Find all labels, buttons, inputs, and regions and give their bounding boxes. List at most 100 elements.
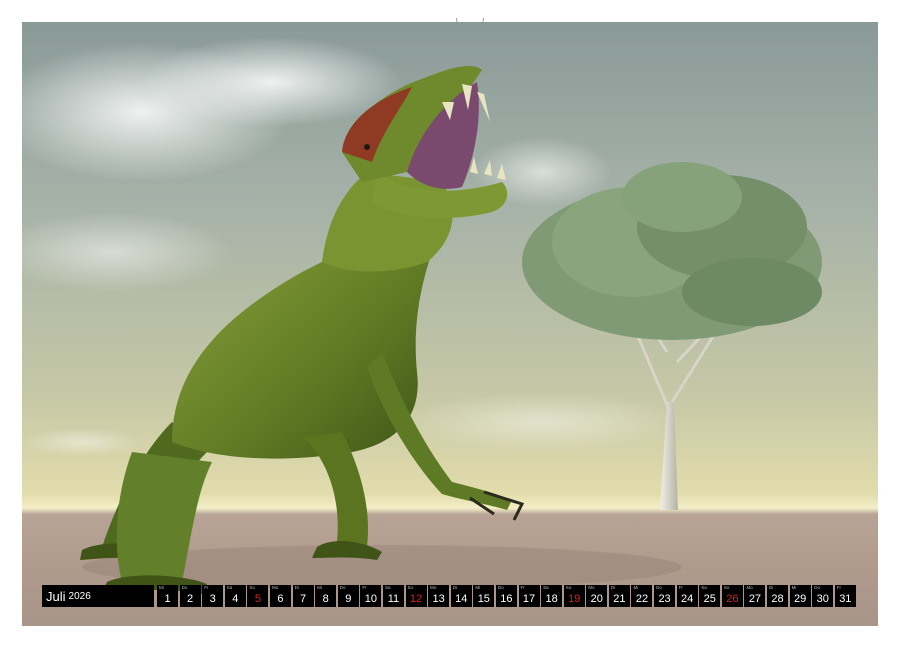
day-number: 16 [500, 593, 513, 605]
day-number: 22 [635, 593, 649, 605]
weekday-label: Fr [362, 585, 367, 590]
day-number: 26 [726, 593, 739, 605]
day-number: 1 [164, 593, 171, 605]
day-number: 9 [345, 593, 352, 605]
weekday-label: Mo [271, 585, 279, 590]
day-number: 5 [254, 593, 261, 605]
day-cell: Sa 11 [382, 585, 404, 607]
dinosaur-scene [22, 37, 822, 594]
weekday-label: So [407, 585, 414, 590]
weekday-label: So [249, 585, 255, 590]
day-cell: Mi 1 [157, 585, 178, 607]
weekday-label: Do [814, 585, 820, 590]
weekday-label: Mo [746, 585, 753, 590]
day-cell: Sa 25 [699, 585, 721, 607]
weekday-label: Do [497, 585, 504, 590]
weekday-label: So [565, 585, 572, 590]
weekday-label: Fr [520, 585, 525, 590]
weekday-label: Sa [701, 585, 707, 590]
day-number: 13 [432, 593, 445, 605]
day-cell: Do 2 [179, 585, 201, 607]
month-year: 2026 [68, 590, 91, 602]
day-number: 11 [387, 593, 400, 605]
day-cell: So 26 [721, 585, 743, 607]
weekday-label: Fr [678, 585, 683, 590]
day-number: 2 [187, 593, 194, 605]
weekday-label: Di [610, 585, 616, 590]
weekday-label: Mi [317, 585, 322, 590]
month-calendar-strip: Juli 2026 Mi 1 Do 2 Fr 3 Sa 4 So 5 Mo 6 Di 7 Mi 8 Do 9 Fr 1… [42, 585, 858, 607]
day-number: 6 [277, 593, 284, 605]
day-number: 30 [816, 593, 829, 605]
weekday-label: Fr [836, 585, 842, 590]
weekday-label: Do [339, 585, 346, 590]
day-number: 25 [703, 593, 716, 605]
day-number: 20 [590, 593, 603, 605]
day-cell: Mo 13 [428, 585, 450, 607]
day-number: 18 [545, 593, 558, 605]
day-number: 3 [209, 593, 216, 605]
day-cell: Do 16 [495, 585, 517, 607]
weekday-label: Di [452, 585, 457, 590]
day-cell: Di 7 [292, 585, 314, 607]
day-cell: Mi 29 [789, 585, 811, 607]
day-cell: Do 30 [812, 585, 834, 607]
weekday-label: So [723, 585, 730, 590]
weekday-label: Mi [633, 585, 639, 590]
calendar-photo [22, 22, 878, 626]
day-number: 23 [658, 593, 671, 605]
weekday-label: Mi [791, 585, 797, 590]
weekday-label: Di [769, 585, 774, 590]
weekday-label: Sa [226, 585, 233, 590]
weekday-label: Do [656, 585, 662, 590]
day-number: 28 [771, 593, 784, 605]
day-cell: Fr 31 [834, 585, 856, 607]
day-number: 19 [568, 593, 581, 605]
weekday-label: Do [181, 585, 188, 590]
weekday-label: Mo [588, 585, 595, 590]
weekday-label: Mi [159, 585, 164, 590]
day-number: 10 [364, 593, 377, 605]
day-cells: Mi 1 Do 2 Fr 3 Sa 4 So 5 Mo 6 Di 7 Mi 8 Do 9 Fr 10 Sa 11 So 12 M… [157, 585, 856, 607]
day-number: 7 [300, 593, 307, 605]
day-cell: Sa 18 [541, 585, 563, 607]
day-cell: So 5 [247, 585, 269, 607]
day-number: 31 [839, 593, 852, 605]
weekday-label: Mi [475, 585, 481, 590]
day-cell: Do 9 [337, 585, 359, 607]
day-cell: Mi 22 [631, 585, 653, 607]
day-number: 21 [613, 593, 626, 605]
month-label: Juli 2026 [42, 585, 154, 607]
day-cell: Do 23 [654, 585, 676, 607]
weekday-label: Mo [430, 585, 437, 590]
day-cell: Di 28 [767, 585, 789, 607]
day-cell: Fr 17 [518, 585, 540, 607]
weekday-label: Sa [384, 585, 391, 590]
day-cell: Mi 8 [315, 585, 337, 607]
day-cell: Di 21 [608, 585, 630, 607]
day-cell: Mo 20 [586, 585, 608, 607]
day-number: 27 [748, 593, 762, 605]
weekday-label: Fr [204, 585, 209, 590]
day-number: 24 [681, 593, 694, 605]
day-number: 17 [522, 593, 536, 605]
day-cell: Fr 24 [676, 585, 698, 607]
day-cell: Mo 27 [744, 585, 766, 607]
day-number: 12 [409, 593, 423, 605]
tree [522, 162, 822, 510]
month-name: Juli [46, 588, 66, 604]
day-number: 14 [455, 593, 468, 605]
day-cell: Di 14 [450, 585, 472, 607]
day-cell: So 12 [405, 585, 427, 607]
day-cell: Fr 3 [202, 585, 224, 607]
weekday-label: Di [294, 585, 299, 590]
day-number: 4 [232, 593, 239, 605]
day-cell: Mo 6 [269, 585, 291, 607]
day-number: 8 [322, 593, 329, 605]
day-number: 29 [794, 593, 807, 605]
day-cell: Sa 4 [224, 585, 246, 607]
day-cell: Fr 10 [360, 585, 382, 607]
day-cell: So 19 [563, 585, 585, 607]
day-number: 15 [477, 593, 490, 605]
weekday-label: Sa [543, 585, 549, 590]
